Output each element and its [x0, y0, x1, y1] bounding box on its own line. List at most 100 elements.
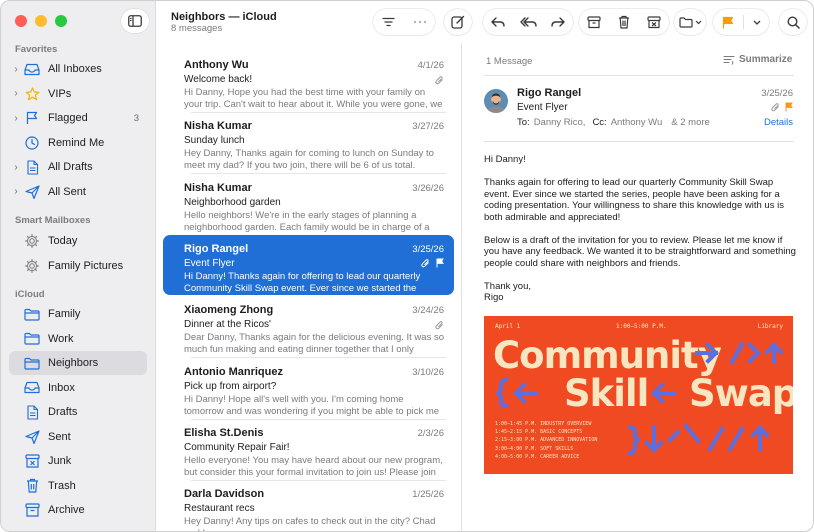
- flag-icon: [785, 102, 793, 112]
- message-list-item[interactable]: Anthony Wu 4/1/26 Welcome back! Hi Danny, H…: [163, 51, 454, 113]
- forward-button[interactable]: [543, 9, 573, 35]
- message-list-item[interactable]: Elisha St.Denis 2/3/26 Community Repair Fa…: [163, 419, 454, 481]
- sidebar-item-label: VIPs: [48, 87, 72, 100]
- clock-icon: [23, 135, 41, 151]
- zoom-window-button[interactable]: [55, 15, 67, 27]
- reply-all-button[interactable]: [513, 9, 543, 35]
- cc-recipient[interactable]: Anthony Wu: [611, 117, 663, 128]
- window-controls: [15, 15, 67, 27]
- move-button[interactable]: [674, 9, 706, 35]
- filter-group: [373, 9, 435, 35]
- paperplane-icon: [23, 184, 41, 200]
- attachment-icon: [435, 75, 443, 84]
- doc-icon: [23, 159, 41, 175]
- sidebar-item-remind-me[interactable]: Remind Me: [9, 131, 147, 155]
- archive-button[interactable]: [579, 9, 609, 35]
- chevron-down-icon: [695, 20, 701, 24]
- attachment-icon: [421, 259, 429, 268]
- sidebar-item-trash[interactable]: Trash: [9, 474, 147, 498]
- sidebar-item-work[interactable]: Work: [9, 327, 147, 351]
- sidebar-item-label: All Inboxes: [48, 63, 102, 75]
- details-link[interactable]: Details: [764, 117, 793, 128]
- message-list-item[interactable]: Rigo Rangel 3/25/26 Event Flyer Hi Danny! T…: [163, 234, 454, 295]
- divider: [484, 141, 794, 142]
- minimize-window-button[interactable]: [35, 15, 47, 27]
- sidebar-item-vips[interactable]: › VIPs: [9, 82, 147, 106]
- body-paragraph: Thank you, Rigo: [484, 280, 531, 304]
- sidebar-item-drafts[interactable]: Drafts: [9, 400, 147, 424]
- message-subject: Welcome back!: [184, 74, 253, 85]
- message-sender: Nisha Kumar: [184, 120, 252, 133]
- close-window-button[interactable]: [15, 15, 27, 27]
- body-paragraph: Below is a draft of the invitation for y…: [484, 234, 796, 269]
- trash-icon: [619, 15, 629, 29]
- disclosure-chevron-icon[interactable]: ›: [9, 88, 23, 99]
- disclosure-chevron-icon[interactable]: ›: [9, 113, 23, 124]
- sidebar-item-today[interactable]: Today: [9, 229, 147, 253]
- sidebar-item-neighbors[interactable]: Neighbors: [9, 351, 147, 375]
- message-sender: Xiaomeng Zhong: [184, 304, 274, 317]
- sidebar-item-label: Sent: [48, 430, 71, 443]
- sidebar-item-flagged[interactable]: › Flagged 3: [9, 106, 147, 130]
- search-button[interactable]: [779, 9, 807, 35]
- flag-button[interactable]: [713, 9, 743, 35]
- junk-icon: [647, 15, 661, 28]
- star-icon: [23, 86, 41, 102]
- inbox-icon: [23, 380, 41, 396]
- message-list-item[interactable]: Antonio Manriquez 3/10/26 Pick up from air…: [163, 358, 454, 420]
- message-preview: Hi Danny! Hope all's well with you. I'm …: [184, 393, 440, 417]
- sidebar-toggle-button[interactable]: [121, 9, 149, 33]
- sidebar-item-label: Neighbors: [48, 357, 99, 369]
- gear-icon: [23, 233, 41, 249]
- sidebar-item-junk[interactable]: Junk: [9, 449, 147, 473]
- reply-button[interactable]: [483, 9, 513, 35]
- paperplane-icon: [23, 429, 41, 445]
- recipients: To: Danny Rico, Cc: Anthony Wu & 2 more: [517, 117, 710, 128]
- message-date: 3/25/26: [761, 88, 793, 99]
- sidebar-item-label: Trash: [48, 479, 76, 492]
- more-button[interactable]: [404, 9, 435, 35]
- sidebar-item-family-pictures[interactable]: Family Pictures: [9, 254, 147, 278]
- sidebar-item-label: Work: [48, 332, 74, 345]
- section-favorites: Favorites: [15, 44, 58, 55]
- sidebar-item-archive[interactable]: Archive: [9, 498, 147, 522]
- delete-button[interactable]: [609, 9, 639, 35]
- sidebar-item-all-drafts[interactable]: › All Drafts: [9, 155, 147, 179]
- disclosure-chevron-icon[interactable]: ›: [9, 162, 23, 173]
- sidebar-item-all-inboxes[interactable]: › All Inboxes: [9, 57, 147, 81]
- forward-icon: [551, 17, 565, 27]
- more-recipients[interactable]: & 2 more: [671, 117, 710, 128]
- to-recipient[interactable]: Danny Rico,: [534, 117, 586, 128]
- filter-button[interactable]: [373, 9, 404, 35]
- junk-button[interactable]: [639, 9, 669, 35]
- folder-icon: [23, 306, 41, 322]
- sidebar-item-inbox[interactable]: Inbox: [9, 376, 147, 400]
- sidebar-item-label: Inbox: [48, 381, 75, 394]
- message-date: 3/26/26: [412, 182, 444, 194]
- thread-count: 1 Message: [486, 56, 533, 67]
- schedule-item: 1:45–2:15 P.M. BASIC CONCEPTS: [495, 429, 583, 436]
- message-subject: Pick up from airport?: [184, 380, 277, 392]
- message-list-item[interactable]: Nisha Kumar 3/27/26 Sunday lunch Hey Danny,…: [163, 112, 454, 175]
- message-body: Hi Danny! Thanks again for offering to l…: [484, 154, 799, 315]
- sidebar-item-label: All Drafts: [48, 161, 93, 173]
- message-date: 3/10/26: [412, 366, 444, 378]
- sidebar-item-sent[interactable]: Sent: [9, 425, 147, 449]
- message-list-item[interactable]: Darla Davidson 1/25/26 Restaurant recs Hey …: [163, 480, 454, 531]
- message-list-item[interactable]: Xiaomeng Zhong 3/24/26 Dinner at the Ricos…: [163, 296, 454, 359]
- message-sender: Darla Davidson: [184, 488, 265, 501]
- sidebar-item-label: Flagged: [48, 112, 88, 124]
- sidebar-item-all-sent[interactable]: › All Sent: [9, 180, 147, 204]
- divider: [484, 75, 794, 76]
- message-preview: Hey Danny! Any tips on cafes to check ou…: [184, 516, 436, 531]
- schedule-item: 1:00–1:45 P.M. INDUSTRY OVERVIEW: [495, 421, 592, 427]
- event-flyer-image[interactable]: April 1 1:00–5:00 P.M. Library Community…: [484, 316, 793, 474]
- sidebar-item-family[interactable]: Family: [9, 302, 147, 326]
- compose-button[interactable]: [444, 9, 472, 35]
- message-list-item[interactable]: Nisha Kumar 3/26/26 Neighborhood garden Hel…: [163, 174, 454, 236]
- message-status-icons: [771, 102, 793, 112]
- flag-menu-button[interactable]: [744, 9, 769, 35]
- summarize-button[interactable]: Summarize: [723, 54, 792, 65]
- disclosure-chevron-icon[interactable]: ›: [9, 186, 23, 197]
- disclosure-chevron-icon[interactable]: ›: [9, 64, 23, 75]
